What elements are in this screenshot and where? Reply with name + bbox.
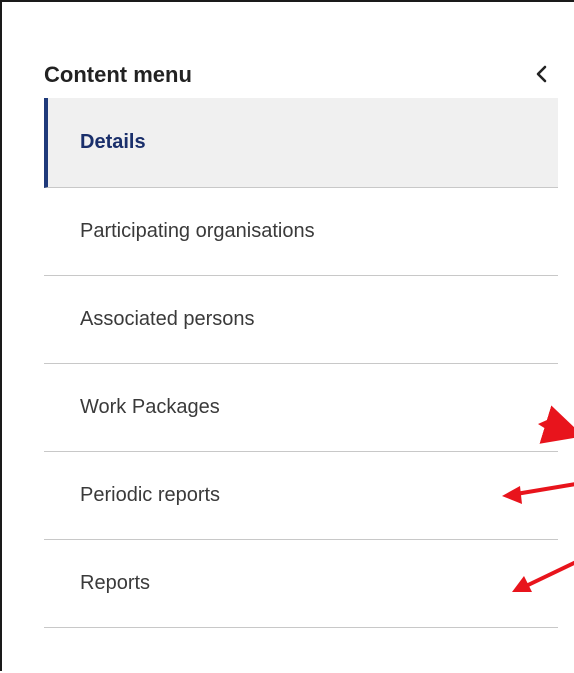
menu-item-label: Associated persons [80, 308, 255, 330]
menu-item-label: Work Packages [80, 396, 220, 418]
menu-item-details[interactable]: Details [44, 98, 558, 188]
content-menu-title: Content menu [44, 62, 192, 87]
menu-item-reports[interactable]: Reports [44, 540, 558, 628]
menu-item-label: Details [80, 131, 146, 153]
menu-item-periodic-reports[interactable]: Periodic reports [44, 452, 558, 540]
content-menu-list: Details Participating organisations Asso… [44, 98, 558, 628]
content-menu-header: Content menu [44, 56, 558, 98]
menu-item-label: Periodic reports [80, 484, 221, 506]
content-menu-panel: Content menu Details Participating organ… [44, 56, 558, 628]
menu-item-participating-organisations[interactable]: Participating organisations [44, 188, 558, 276]
menu-item-label: Reports [80, 572, 151, 594]
page-frame: Content menu Details Participating organ… [0, 0, 574, 671]
menu-item-work-packages[interactable]: Work Packages [44, 364, 558, 452]
menu-item-label: Participating organisations [80, 220, 315, 242]
menu-item-associated-persons[interactable]: Associated persons [44, 276, 558, 364]
chevron-left-icon[interactable] [530, 60, 554, 88]
